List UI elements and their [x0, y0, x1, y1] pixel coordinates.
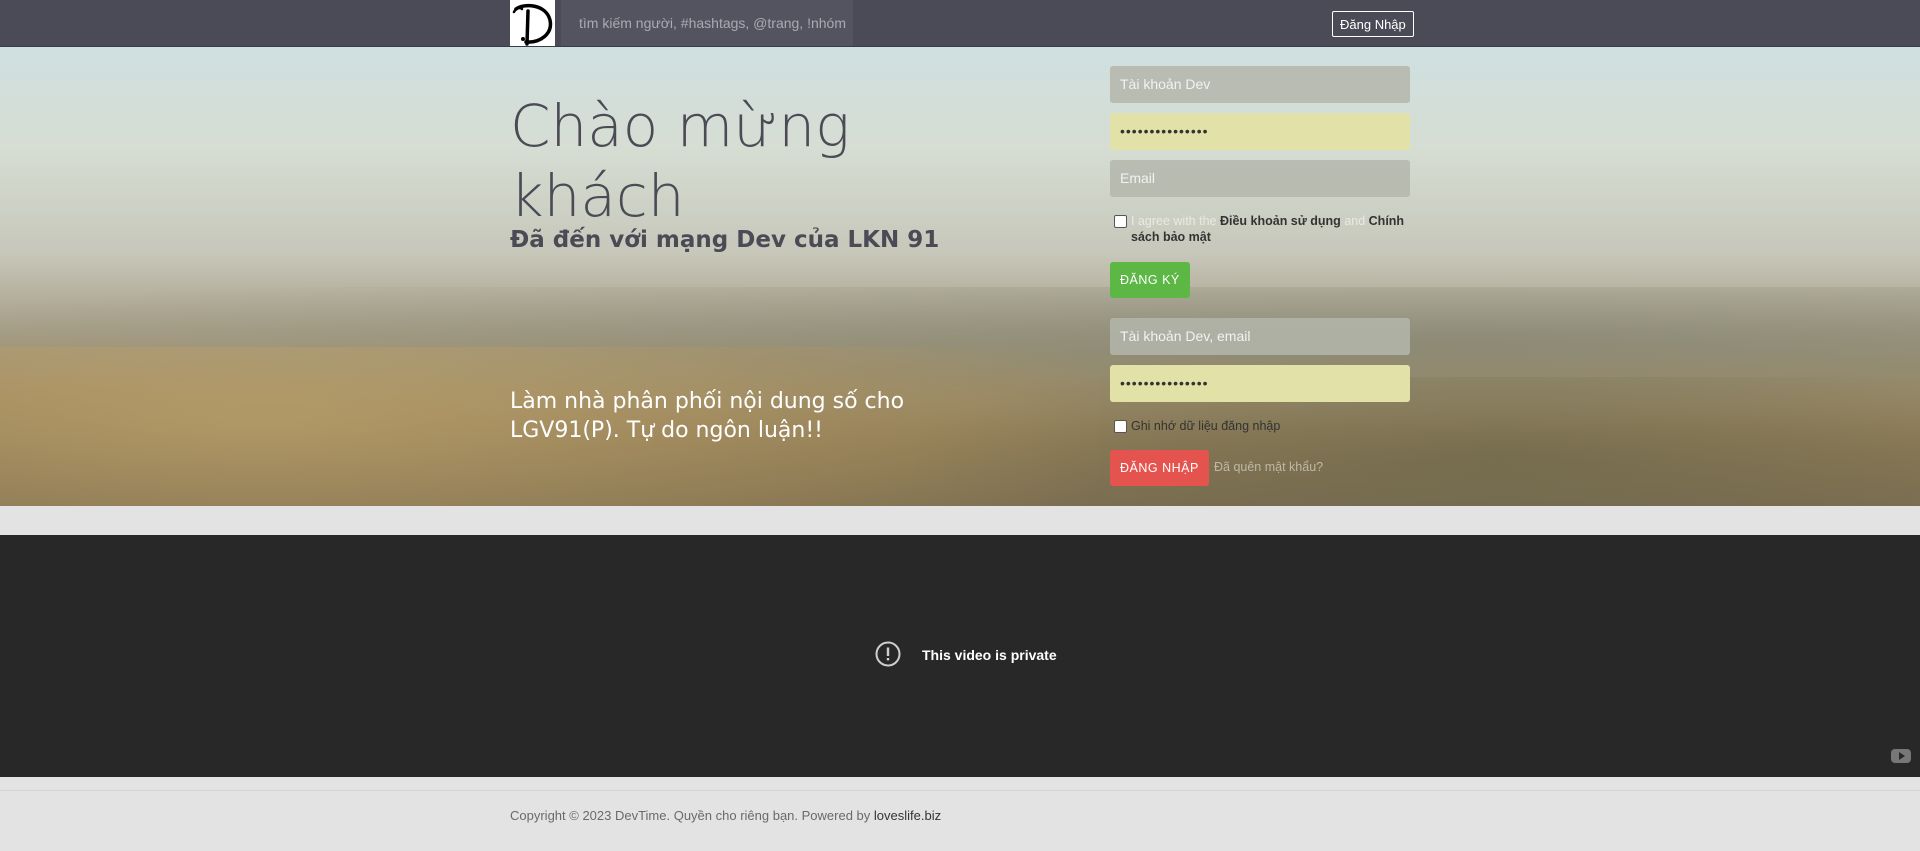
footer-powered-link[interactable]: loveslife.biz: [874, 808, 941, 823]
remember-label: Ghi nhớ dữ liệu đăng nhập: [1131, 419, 1281, 433]
footer: Copyright © 2023 DevTime. Quyền cho riên…: [510, 808, 941, 823]
terms-link[interactable]: Điều khoản sử dụng: [1220, 214, 1341, 228]
youtube-logo-icon[interactable]: [1891, 749, 1911, 763]
video-player[interactable]: This video is private: [0, 535, 1920, 777]
hero-bg-shadow: [900, 377, 1920, 506]
page-title: Chào mừng khách: [510, 92, 850, 230]
disney-d-logo-icon: [512, 3, 553, 46]
forgot-password-link[interactable]: Đã quên mật khẩu?: [1214, 460, 1323, 474]
login-username-input[interactable]: Tài khoản Dev, email: [1110, 318, 1410, 355]
login-button-header[interactable]: Đăng Nhập: [1332, 11, 1414, 37]
login-password-input[interactable]: •••••••••••••••: [1110, 365, 1410, 402]
hero-section: Chào mừng khách Đã đến với mạng Dev của …: [0, 47, 1920, 506]
register-email-input[interactable]: Email: [1110, 160, 1410, 197]
hero-tagline: Làm nhà phân phối nội dung số cho LGV91(…: [510, 389, 905, 443]
register-button[interactable]: ĐĂNG KÝ: [1110, 262, 1190, 298]
video-message-text: This video is private: [922, 647, 1057, 663]
search-input[interactable]: tìm kiếm người, #hashtags, @trang, !nhóm: [561, 0, 853, 46]
exclamation-circle-icon: [875, 641, 901, 667]
agree-terms-text: I agree with the Điều khoản sử dụng and …: [1131, 213, 1421, 245]
site-logo[interactable]: [510, 0, 555, 46]
footer-divider: [0, 790, 1920, 791]
and-text: and: [1344, 214, 1366, 228]
page-subtitle: Đã đến với mạng Dev của LKN 91: [510, 227, 940, 253]
youtube-play-icon: [1899, 752, 1905, 760]
agree-prefix: I agree with the: [1131, 214, 1217, 228]
remember-checkbox[interactable]: [1114, 420, 1127, 433]
top-navbar: tìm kiếm người, #hashtags, @trang, !nhóm…: [0, 0, 1920, 47]
login-button[interactable]: ĐĂNG NHẬP: [1110, 450, 1209, 486]
register-password-input[interactable]: •••••••••••••••: [1110, 113, 1410, 150]
agree-terms-checkbox[interactable]: [1114, 215, 1127, 228]
footer-copyright: Copyright © 2023 DevTime. Quyền cho riên…: [510, 808, 871, 823]
register-username-input[interactable]: Tài khoản Dev: [1110, 66, 1410, 103]
